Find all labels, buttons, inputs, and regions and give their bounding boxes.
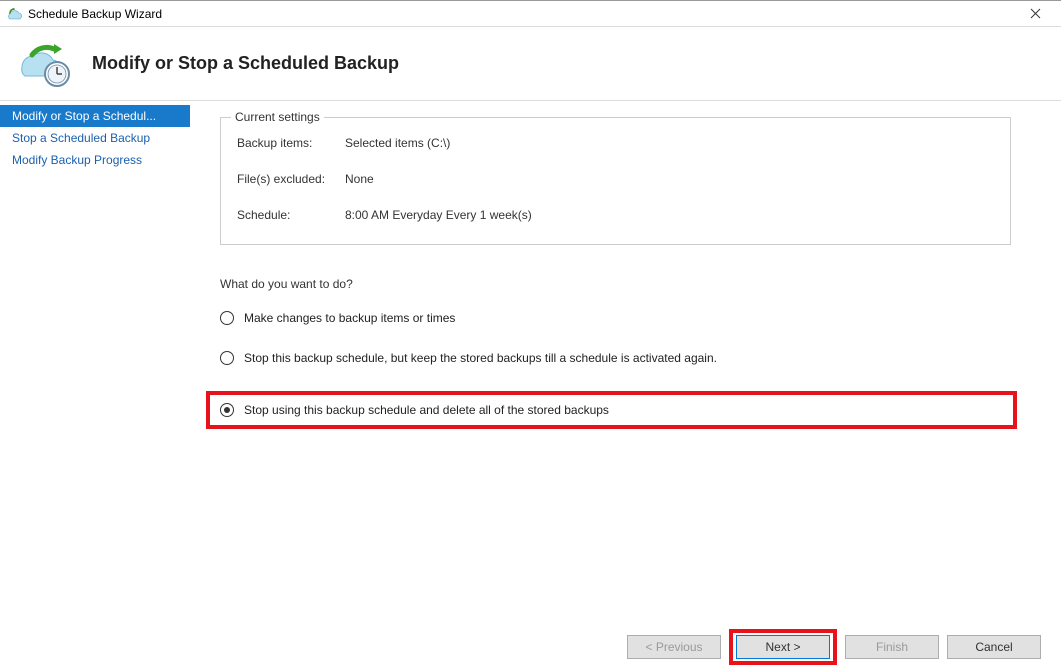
sidebar-item-label: Stop a Scheduled Backup <box>12 131 150 145</box>
settings-row-files-excluded: File(s) excluded: None <box>237 172 994 186</box>
cancel-button[interactable]: Cancel <box>947 635 1041 659</box>
question-text: What do you want to do? <box>220 277 1011 291</box>
titlebar-left: Schedule Backup Wizard <box>6 6 162 22</box>
button-label: Cancel <box>975 640 1012 654</box>
finish-button: Finish <box>845 635 939 659</box>
radio-stop-delete[interactable]: Stop using this backup schedule and dele… <box>206 391 1017 429</box>
settings-value: 8:00 AM Everyday Every 1 week(s) <box>345 208 532 222</box>
radio-make-changes[interactable]: Make changes to backup items or times <box>220 311 1011 325</box>
radio-icon <box>220 311 234 325</box>
next-button[interactable]: Next > <box>736 635 830 659</box>
titlebar: Schedule Backup Wizard <box>0 1 1061 27</box>
settings-value: Selected items (C:\) <box>345 136 450 150</box>
current-settings-group: Current settings Backup items: Selected … <box>220 117 1011 245</box>
radio-group: Make changes to backup items or times St… <box>220 311 1011 429</box>
wizard-window: Schedule Backup Wizard Modify or Stop a … <box>0 0 1061 672</box>
sidebar-item-modify-stop[interactable]: Modify or Stop a Schedul... <box>0 105 190 127</box>
settings-label: Backup items: <box>237 136 345 150</box>
wizard-header-icon <box>12 39 72 89</box>
wizard-footer: < Previous Next > Finish Cancel <box>0 628 1061 672</box>
button-label: < Previous <box>645 640 702 654</box>
sidebar-item-stop-scheduled[interactable]: Stop a Scheduled Backup <box>0 127 190 149</box>
backup-wizard-icon <box>6 6 22 22</box>
previous-button: < Previous <box>627 635 721 659</box>
next-button-highlight: Next > <box>729 629 837 665</box>
radio-label: Stop this backup schedule, but keep the … <box>244 351 717 365</box>
settings-label: Schedule: <box>237 208 345 222</box>
button-label: Next > <box>765 640 800 654</box>
button-label: Finish <box>876 640 908 654</box>
settings-value: None <box>345 172 374 186</box>
sidebar-item-modify-progress[interactable]: Modify Backup Progress <box>0 149 190 171</box>
close-icon <box>1030 8 1041 19</box>
settings-label: File(s) excluded: <box>237 172 345 186</box>
settings-row-backup-items: Backup items: Selected items (C:\) <box>237 136 994 150</box>
page-title: Modify or Stop a Scheduled Backup <box>92 53 399 74</box>
sidebar-item-label: Modify or Stop a Schedul... <box>12 109 156 123</box>
radio-label: Stop using this backup schedule and dele… <box>244 403 609 417</box>
radio-label: Make changes to backup items or times <box>244 311 455 325</box>
sidebar: Modify or Stop a Schedul... Stop a Sched… <box>0 101 190 628</box>
radio-icon <box>220 351 234 365</box>
settings-row-schedule: Schedule: 8:00 AM Everyday Every 1 week(… <box>237 208 994 222</box>
close-button[interactable] <box>1015 2 1055 26</box>
wizard-header: Modify or Stop a Scheduled Backup <box>0 27 1061 101</box>
wizard-body: Modify or Stop a Schedul... Stop a Sched… <box>0 101 1061 628</box>
main-panel: Current settings Backup items: Selected … <box>190 101 1061 628</box>
radio-stop-keep[interactable]: Stop this backup schedule, but keep the … <box>220 351 1011 365</box>
radio-icon <box>220 403 234 417</box>
groupbox-title: Current settings <box>231 110 324 124</box>
sidebar-item-label: Modify Backup Progress <box>12 153 142 167</box>
window-title: Schedule Backup Wizard <box>28 7 162 21</box>
